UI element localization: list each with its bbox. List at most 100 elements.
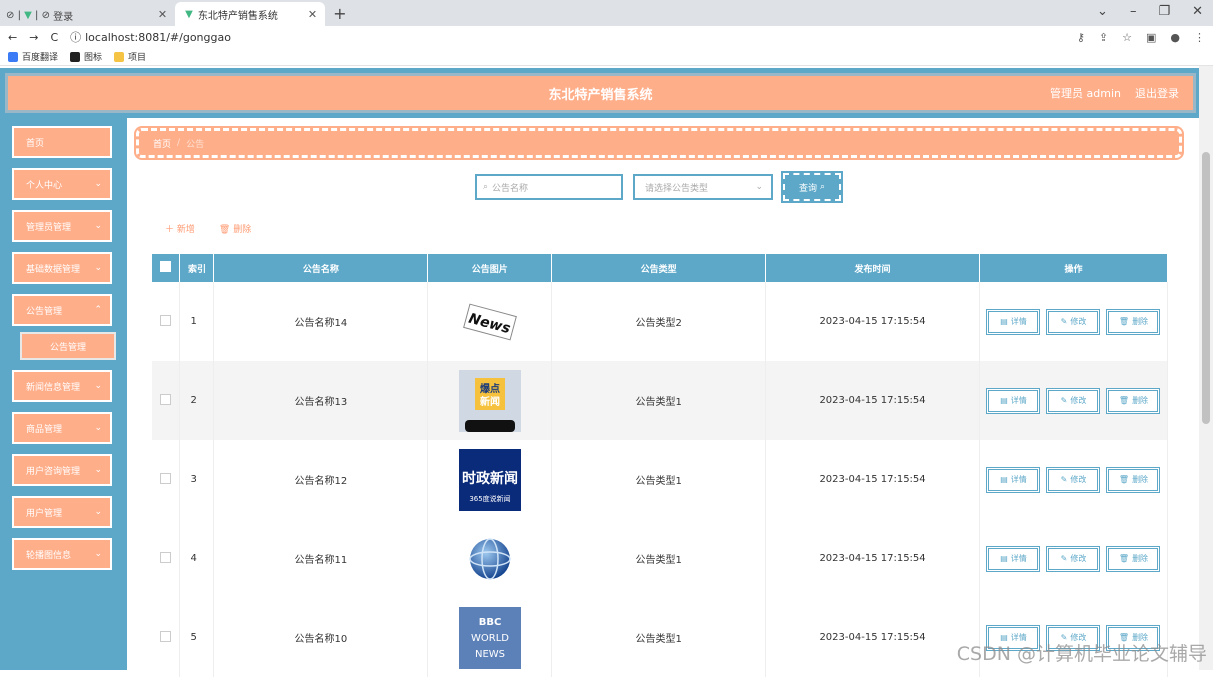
sidebar-item-notice[interactable]: 公告管理⌃ bbox=[12, 294, 112, 326]
row-image-cell: 时政新闻365度说新闻 bbox=[428, 440, 552, 519]
edit-button[interactable]: ✎修改 bbox=[1046, 309, 1100, 335]
new-tab-button[interactable]: + bbox=[325, 4, 354, 26]
detail-button[interactable]: ▤详情 bbox=[986, 309, 1040, 335]
row-checkbox-cell[interactable] bbox=[152, 361, 180, 440]
table-header-row: 索引 公告名称 公告图片 公告类型 发布时间 操作 bbox=[152, 254, 1168, 282]
row-checkbox[interactable] bbox=[160, 473, 171, 484]
row-type: 公告类型1 bbox=[552, 440, 766, 519]
document-icon: ▤ bbox=[1000, 475, 1008, 484]
delete-button[interactable]: 🗑删除 bbox=[1106, 309, 1160, 335]
key-icon[interactable]: ⚷ bbox=[1077, 31, 1085, 44]
profile-icon[interactable]: ● bbox=[1170, 31, 1180, 44]
picture-icon bbox=[70, 52, 80, 62]
delete-button[interactable]: 🗑删除 bbox=[1106, 467, 1160, 493]
url-field[interactable]: localhost:8081/#/gonggao bbox=[85, 31, 231, 44]
notice-name-input[interactable]: ⌕ 公告名称 bbox=[475, 174, 623, 200]
chevron-down-icon[interactable]: ⌄ bbox=[1097, 4, 1108, 19]
sidebar-subitem-notice-manage[interactable]: 公告管理 bbox=[20, 332, 116, 360]
sidebar-item-carousel[interactable]: 轮播图信息⌄ bbox=[12, 538, 112, 570]
sidebar-item-home[interactable]: 首页 bbox=[12, 126, 112, 158]
tab-label[interactable]: 登录 bbox=[53, 8, 73, 23]
chrome-icon: ⊘ bbox=[6, 10, 14, 21]
bookmark-item[interactable]: 项目 bbox=[114, 50, 146, 63]
close-icon[interactable]: ✕ bbox=[1192, 4, 1203, 19]
edit-button[interactable]: ✎修改 bbox=[1046, 546, 1100, 572]
reload-icon[interactable]: C bbox=[50, 31, 58, 44]
address-bar: ← → C ⓘ localhost:8081/#/gonggao ⚷ ⇪ ☆ ▣… bbox=[0, 26, 1213, 48]
forward-icon[interactable]: → bbox=[29, 31, 38, 44]
logout-link[interactable]: 退出登录 bbox=[1135, 85, 1179, 101]
minimize-icon[interactable]: – bbox=[1130, 4, 1137, 19]
document-icon: ▤ bbox=[1000, 396, 1008, 405]
tab-active[interactable]: ▼ 东北特产销售系统 ✕ bbox=[175, 2, 325, 26]
restore-icon[interactable]: ❐ bbox=[1158, 4, 1170, 19]
search-row: ⌕ 公告名称 请选择公告类型 ⌄ 查询 ⌕ bbox=[475, 173, 841, 201]
news-newspaper-image[interactable]: News bbox=[459, 291, 521, 353]
close-icon[interactable]: ✕ bbox=[158, 8, 167, 21]
menu-icon[interactable]: ⋮ bbox=[1194, 31, 1205, 44]
column-header: 发布时间 bbox=[766, 254, 980, 282]
select-all-checkbox[interactable] bbox=[160, 261, 171, 272]
row-image-cell bbox=[428, 519, 552, 598]
translate-icon bbox=[8, 52, 18, 62]
vue-icon: ▼ bbox=[24, 10, 32, 21]
row-checkbox[interactable] bbox=[160, 631, 171, 642]
news-globe-image[interactable] bbox=[459, 528, 521, 590]
chevron-up-icon: ⌃ bbox=[94, 305, 102, 315]
vertical-scrollbar[interactable] bbox=[1199, 66, 1213, 670]
bbc-news-image[interactable]: BBCWORLDNEWS bbox=[459, 607, 521, 669]
row-time: 2023-04-15 17:15:54 bbox=[766, 361, 980, 440]
column-header: 公告名称 bbox=[214, 254, 428, 282]
row-type: 公告类型1 bbox=[552, 361, 766, 440]
query-button[interactable]: 查询 ⌕ bbox=[783, 173, 841, 201]
bookmark-item[interactable]: 图标 bbox=[70, 50, 102, 63]
row-checkbox[interactable] bbox=[160, 552, 171, 563]
table-row: 1 公告名称14 News 公告类型2 2023-04-15 17:15:54 … bbox=[152, 282, 1168, 361]
share-icon[interactable]: ⇪ bbox=[1099, 31, 1108, 44]
tab-label: 东北特产销售系统 bbox=[198, 7, 278, 22]
chevron-down-icon: ⌄ bbox=[94, 381, 102, 391]
trash-icon: 🗑 bbox=[1119, 396, 1129, 405]
row-image-cell: News bbox=[428, 282, 552, 361]
sidebar-item-basic-data[interactable]: 基础数据管理⌄ bbox=[12, 252, 112, 284]
row-time: 2023-04-15 17:15:54 bbox=[766, 440, 980, 519]
row-time: 2023-04-15 17:15:54 bbox=[766, 282, 980, 361]
row-checkbox-cell[interactable] bbox=[152, 440, 180, 519]
edit-button[interactable]: ✎修改 bbox=[1046, 388, 1100, 414]
row-checkbox-cell[interactable] bbox=[152, 282, 180, 361]
row-checkbox-cell[interactable] bbox=[152, 519, 180, 598]
sidebar-item-users[interactable]: 用户管理⌄ bbox=[12, 496, 112, 528]
app-header: 东北特产销售系统 管理员 admin 退出登录 bbox=[0, 68, 1201, 118]
close-icon[interactable]: ✕ bbox=[308, 8, 317, 21]
select-all-header[interactable] bbox=[152, 254, 180, 282]
delete-button[interactable]: 🗑删除 bbox=[1106, 546, 1160, 572]
row-checkbox[interactable] bbox=[160, 394, 171, 405]
row-checkbox-cell[interactable] bbox=[152, 598, 180, 677]
sidebar-item-profile[interactable]: 个人中心⌄ bbox=[12, 168, 112, 200]
info-icon: ⓘ bbox=[70, 29, 81, 45]
hot-news-image[interactable]: 爆点新闻 bbox=[459, 370, 521, 432]
sidebar-item-admin[interactable]: 管理员管理⌄ bbox=[12, 210, 112, 242]
row-name: 公告名称10 bbox=[214, 598, 428, 677]
edit-button[interactable]: ✎修改 bbox=[1046, 467, 1100, 493]
politics-news-image[interactable]: 时政新闻365度说新闻 bbox=[459, 449, 521, 511]
row-checkbox[interactable] bbox=[160, 315, 171, 326]
image-caption: 爆点 bbox=[480, 382, 500, 395]
star-icon[interactable]: ☆ bbox=[1122, 31, 1132, 44]
sidebar-item-news[interactable]: 新闻信息管理⌄ bbox=[12, 370, 112, 402]
delete-button[interactable]: 🗑删除 bbox=[1106, 388, 1160, 414]
notice-type-select[interactable]: 请选择公告类型 ⌄ bbox=[633, 174, 773, 200]
detail-button[interactable]: ▤详情 bbox=[986, 388, 1040, 414]
sidebar-item-consult[interactable]: 用户咨询管理⌄ bbox=[12, 454, 112, 486]
scroll-thumb[interactable] bbox=[1202, 152, 1210, 424]
detail-button[interactable]: ▤详情 bbox=[986, 467, 1040, 493]
batch-delete-button[interactable]: 🗑 删除 bbox=[219, 222, 251, 235]
sidepanel-icon[interactable]: ▣ bbox=[1146, 31, 1156, 44]
sidebar-item-goods[interactable]: 商品管理⌄ bbox=[12, 412, 112, 444]
detail-button[interactable]: ▤详情 bbox=[986, 546, 1040, 572]
bookmark-item[interactable]: 百度翻译 bbox=[8, 50, 58, 63]
add-button[interactable]: ＋ 新增 bbox=[165, 222, 195, 235]
row-name: 公告名称11 bbox=[214, 519, 428, 598]
back-icon[interactable]: ← bbox=[8, 31, 17, 44]
breadcrumb-home[interactable]: 首页 bbox=[153, 137, 171, 150]
